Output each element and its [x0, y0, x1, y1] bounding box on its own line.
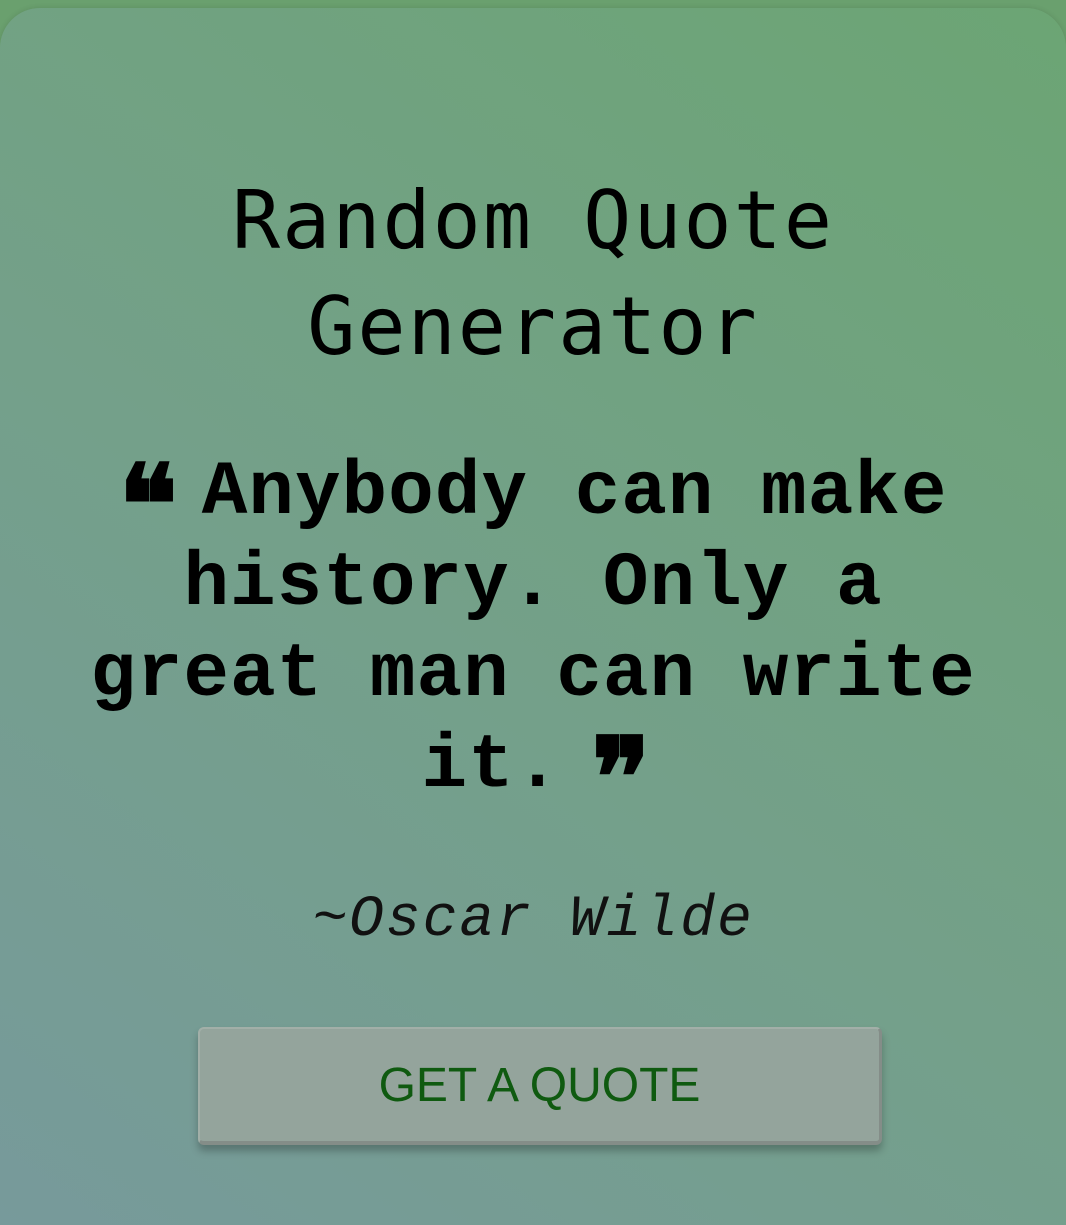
get-quote-button[interactable]: GET A QUOTE — [198, 1027, 882, 1145]
quote-close-icon: ❞ — [591, 713, 650, 842]
quote-text: Anybody can make history. Only a great m… — [90, 450, 976, 809]
app-title: Random Quote Generator — [232, 174, 834, 373]
quote-text-block: ❝ Anybody can make history. Only a great … — [70, 440, 996, 842]
quote-open-icon: ❝ — [118, 440, 178, 569]
get-quote-button-label: GET A QUOTE — [378, 1058, 701, 1112]
quote-card: Random Quote Generator ❝ Anybody can make… — [0, 8, 1066, 1225]
quote-author: ~Oscar Wilde — [312, 888, 754, 953]
